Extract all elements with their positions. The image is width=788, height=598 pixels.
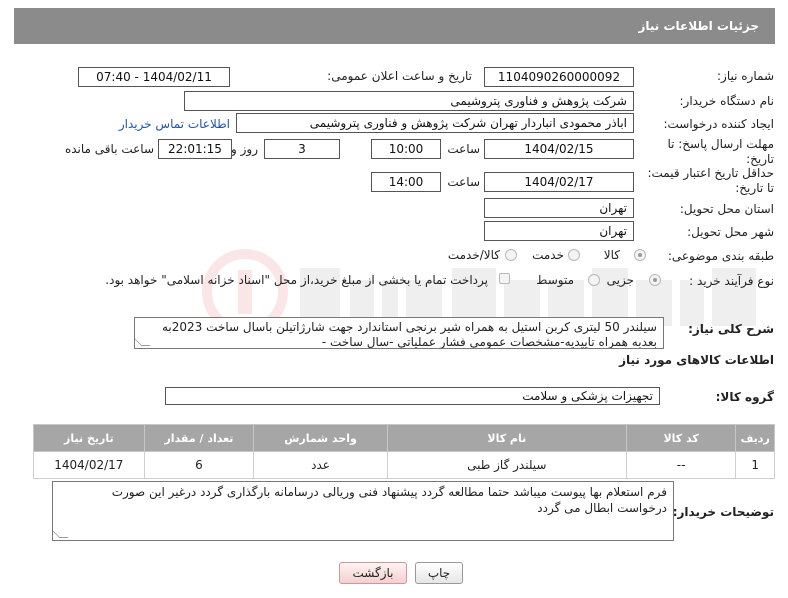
days-remaining-field[interactable]: 3 bbox=[264, 139, 340, 159]
category-label: طبقه بندی موضوعی: bbox=[667, 249, 774, 263]
contact-info-link[interactable]: اطلاعات تماس خریدار bbox=[119, 117, 230, 131]
panel-header: جزئیات اطلاعات نیاز bbox=[14, 8, 775, 44]
cell-name: سیلندر گاز طبی bbox=[386, 451, 627, 479]
print-button[interactable]: چاپ bbox=[415, 562, 463, 584]
treasury-checkbox[interactable] bbox=[499, 273, 510, 284]
category-radio-goods[interactable] bbox=[634, 249, 646, 261]
price-validity-time-label: ساعت bbox=[447, 175, 480, 189]
need-number-label: شماره نیاز: bbox=[717, 69, 774, 83]
col-name: نام کالا bbox=[386, 424, 627, 452]
description-label: شرح کلی نیاز: bbox=[688, 322, 774, 336]
table-row[interactable]: 1 -- سیلندر گاز طبی عدد 6 1404/02/17 bbox=[33, 451, 775, 479]
creator-field[interactable]: اباذر محمودی انباردار تهران شرکت پژوهش و… bbox=[236, 113, 634, 133]
category-option-goods: کالا bbox=[603, 248, 620, 262]
goods-group-label: گروه کالا: bbox=[715, 390, 774, 404]
payment-note: پرداخت تمام یا بخشی از مبلغ خرید،از محل … bbox=[105, 273, 488, 287]
process-option-minor: جزیی bbox=[606, 273, 634, 287]
price-validity-label: حداقل تاریخ اعتبار قیمت: bbox=[647, 166, 774, 180]
process-label: نوع فرآیند خرید : bbox=[689, 274, 774, 288]
resize-handle-icon[interactable] bbox=[135, 337, 151, 346]
cell-unit: عدد bbox=[253, 451, 388, 479]
col-code: کد کالا bbox=[625, 424, 737, 452]
price-validity-time-field[interactable]: 14:00 bbox=[371, 172, 441, 192]
goods-section-title: اطلاعات کالاهای مورد نیاز bbox=[619, 353, 774, 367]
cell-qty: 6 bbox=[143, 451, 255, 479]
col-unit: واحد شمارش bbox=[253, 424, 388, 452]
col-row: ردیف bbox=[735, 424, 775, 452]
remaining-time-field[interactable]: 22:01:15 bbox=[158, 139, 232, 159]
reply-deadline-label: مهلت ارسال پاسخ: تا bbox=[667, 137, 774, 151]
col-qty: تعداد / مقدار bbox=[143, 424, 255, 452]
cell-code: -- bbox=[625, 451, 737, 479]
process-radio-medium[interactable] bbox=[588, 274, 600, 286]
reply-deadline-label-2: تاریخ: bbox=[746, 152, 774, 166]
goods-table-header: ردیف کد کالا نام کالا واحد شمارش تعداد /… bbox=[33, 424, 775, 452]
back-button[interactable]: بازگشت bbox=[339, 562, 407, 584]
page-title: جزئیات اطلاعات نیاز bbox=[638, 19, 759, 33]
price-validity-label-2: تا تاریخ: bbox=[735, 181, 774, 195]
goods-group-field[interactable]: تجهیزات پزشکی و سلامت bbox=[165, 387, 660, 405]
category-radio-goods-service[interactable] bbox=[505, 249, 517, 261]
category-radio-service[interactable] bbox=[568, 249, 580, 261]
buyer-notes-text: فرم استعلام بها پیوست میباشد حتما مطالعه… bbox=[111, 485, 667, 515]
announce-label: تاریخ و ساعت اعلان عمومی: bbox=[327, 69, 472, 83]
buyer-org-field[interactable]: شرکت پژوهش و فناوری پتروشیمی bbox=[184, 91, 634, 111]
description-text: سیلندر 50 لیتری کربن استیل به همراه شیر … bbox=[161, 320, 657, 349]
category-option-service: خدمت bbox=[532, 248, 564, 262]
description-textarea[interactable]: سیلندر 50 لیتری کربن استیل به همراه شیر … bbox=[134, 317, 664, 349]
price-validity-date-field[interactable]: 1404/02/17 bbox=[484, 172, 634, 192]
reply-time-label: ساعت bbox=[447, 142, 480, 156]
reply-date-field[interactable]: 1404/02/15 bbox=[484, 139, 634, 159]
process-radio-minor[interactable] bbox=[649, 274, 661, 286]
city-label: شهر محل تحویل: bbox=[687, 225, 774, 239]
announce-datetime-field[interactable]: 1404/02/11 - 07:40 bbox=[78, 67, 230, 87]
goods-table: ردیف کد کالا نام کالا واحد شمارش تعداد /… bbox=[33, 424, 775, 479]
col-date: تاریخ نیاز bbox=[33, 424, 145, 452]
buyer-notes-textarea[interactable]: فرم استعلام بها پیوست میباشد حتما مطالعه… bbox=[52, 481, 674, 541]
province-label: استان محل تحویل: bbox=[679, 202, 774, 216]
creator-label: ایجاد کننده درخواست: bbox=[663, 117, 774, 131]
province-field[interactable]: تهران bbox=[484, 198, 634, 218]
buyer-org-label: نام دستگاه خریدار: bbox=[679, 94, 775, 108]
reply-time-field[interactable]: 10:00 bbox=[371, 139, 441, 159]
days-label: روز و bbox=[231, 142, 258, 156]
cell-date: 1404/02/17 bbox=[33, 451, 145, 479]
process-option-medium: متوسط bbox=[536, 273, 574, 287]
need-number-field[interactable]: 1104090260000092 bbox=[484, 67, 634, 87]
city-field[interactable]: تهران bbox=[484, 221, 634, 241]
remaining-time-label: ساعت باقی مانده bbox=[64, 142, 154, 156]
category-option-goods-service: کالا/خدمت bbox=[447, 248, 500, 262]
resize-handle-icon[interactable] bbox=[53, 529, 69, 538]
cell-row: 1 bbox=[735, 451, 775, 479]
buyer-notes-label: توضیحات خریدار: bbox=[672, 505, 774, 519]
